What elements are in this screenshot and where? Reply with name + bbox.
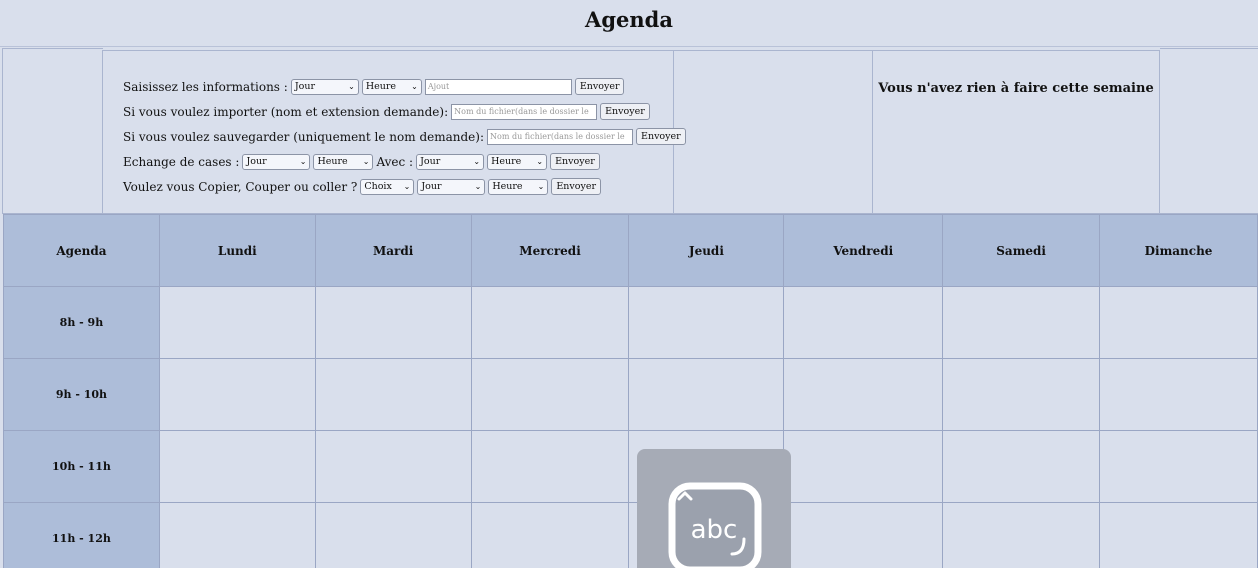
save-row: Si vous voulez sauvegarder (uniquement l… — [123, 124, 689, 149]
table-row: 8h - 9h — [3, 286, 1258, 359]
agenda-cell[interactable] — [628, 286, 785, 359]
agenda-cell[interactable] — [314, 502, 472, 568]
chevron-down-icon: ⌄ — [348, 82, 355, 91]
agenda-cell[interactable] — [783, 502, 944, 568]
agenda-cell[interactable] — [783, 358, 944, 431]
agenda-cell[interactable] — [1099, 358, 1258, 431]
import-send-button[interactable]: Envoyer — [600, 103, 650, 120]
chevron-down-icon: ⌄ — [473, 157, 481, 166]
chevron-down-icon: ⌄ — [362, 157, 370, 166]
swap-day-select[interactable]: Jour ⌄ — [242, 153, 311, 170]
add-input[interactable]: Ajout — [424, 78, 572, 95]
agenda-cell[interactable] — [942, 502, 1101, 568]
agenda-cell[interactable] — [783, 286, 944, 359]
swap-with-day-select[interactable]: Jour ⌄ — [416, 153, 485, 170]
page-title: Agenda — [585, 7, 673, 32]
keyboard-abc-icon: abc — [668, 482, 762, 568]
save-label: Si vous voulez sauvegarder (uniquement l… — [123, 129, 485, 144]
day-header-thursday: Jeudi — [628, 214, 785, 287]
swap-label: Echange de cases : — [123, 154, 240, 169]
agenda-cell[interactable] — [470, 358, 630, 431]
day-header-sunday: Dimanche — [1099, 214, 1258, 287]
empty-week-message: Vous n'avez rien à faire cette semaine — [878, 81, 1154, 96]
spacer-cell-middle — [674, 50, 873, 214]
swap-hour-select[interactable]: Heure ⌄ — [313, 153, 374, 170]
table-row: 11h - 12h — [3, 502, 1258, 568]
swap-row: Echange de cases : Jour ⌄ Heure ⌄ Avec : J… — [123, 149, 689, 174]
hour-label: 10h - 11h — [3, 430, 160, 503]
agenda-cell[interactable] — [1099, 502, 1258, 568]
chevron-down-icon: ⌄ — [537, 182, 545, 191]
agenda-cell[interactable] — [783, 430, 944, 503]
day-header-tuesday: Mardi — [314, 214, 472, 287]
hour-label: 8h - 9h — [3, 286, 160, 359]
copy-row: Voulez vous Copier, Couper ou coller ? C… — [123, 174, 689, 199]
chevron-down-icon: ⌄ — [299, 157, 307, 166]
form: Saisissez les informations : Jour ⌄ Heure… — [123, 74, 689, 199]
day-header-monday: Lundi — [158, 214, 316, 287]
form-panel: Saisissez les informations : Jour ⌄ Heure… — [102, 50, 686, 214]
agenda-cell[interactable] — [158, 430, 316, 503]
copy-send-button[interactable]: Envoyer — [551, 178, 601, 195]
add-hour-select[interactable]: Heure ⌄ — [361, 78, 422, 95]
table-header-row: Agenda Lundi Mardi Mercredi Jeudi Vendre… — [3, 214, 1258, 287]
copy-day-select[interactable]: Jour ⌄ — [417, 178, 486, 195]
controls-area: Saisissez les informations : Jour ⌄ Heure… — [0, 46, 1258, 214]
swap-send-button[interactable]: Envoyer — [550, 153, 600, 170]
add-day-select[interactable]: Jour ⌄ — [290, 78, 359, 95]
import-filename-input[interactable]: Nom du fichier(dans le dossier le — [451, 103, 598, 120]
agenda-cell[interactable] — [628, 358, 785, 431]
swap-with-label: Avec : — [376, 154, 414, 169]
agenda-cell[interactable] — [158, 358, 316, 431]
add-label: Saisissez les informations : — [123, 79, 288, 94]
chevron-down-icon: ⌄ — [411, 82, 418, 91]
agenda-cell[interactable] — [470, 502, 630, 568]
import-label: Si vous voulez importer (nom et extensio… — [123, 104, 449, 119]
agenda-cell[interactable] — [158, 502, 316, 568]
agenda-cell[interactable] — [470, 430, 630, 503]
copy-hour-select[interactable]: Heure ⌄ — [488, 178, 549, 195]
divider — [0, 46, 1258, 47]
agenda-cell[interactable] — [942, 286, 1101, 359]
agenda-cell[interactable] — [1099, 430, 1258, 503]
agenda-cell[interactable] — [158, 286, 316, 359]
keyboard-toggle-button[interactable]: abc — [637, 449, 791, 568]
copy-choice-select[interactable]: Choix ⌄ — [360, 178, 415, 195]
spacer-cell-left — [2, 48, 103, 214]
chevron-down-icon: ⌄ — [536, 157, 544, 166]
hour-label: 11h - 12h — [3, 502, 160, 568]
chevron-down-icon: ⌄ — [403, 182, 411, 191]
agenda-table: Agenda Lundi Mardi Mercredi Jeudi Vendre… — [3, 214, 1258, 568]
agenda-cell[interactable] — [470, 286, 630, 359]
add-send-button[interactable]: Envoyer — [574, 78, 625, 95]
agenda-cell[interactable] — [942, 358, 1101, 431]
copy-label: Voulez vous Copier, Couper ou coller ? — [123, 179, 358, 194]
day-header-wednesday: Mercredi — [470, 214, 630, 287]
spacer-cell-right — [1160, 48, 1258, 214]
agenda-cell[interactable] — [942, 430, 1101, 503]
day-header-saturday: Samedi — [942, 214, 1101, 287]
agenda-cell[interactable] — [314, 286, 472, 359]
table-corner-header: Agenda — [3, 214, 160, 287]
swap-with-hour-select[interactable]: Heure ⌄ — [487, 153, 548, 170]
hour-label: 9h - 10h — [3, 358, 160, 431]
message-panel: Vous n'avez rien à faire cette semaine — [872, 50, 1160, 214]
table-row: 9h - 10h — [3, 358, 1258, 431]
agenda-cell[interactable] — [1099, 286, 1258, 359]
add-row: Saisissez les informations : Jour ⌄ Heure… — [123, 74, 689, 99]
chevron-down-icon: ⌄ — [474, 182, 482, 191]
agenda-cell[interactable] — [314, 430, 472, 503]
table-row: 10h - 11h — [3, 430, 1258, 503]
day-header-friday: Vendredi — [783, 214, 944, 287]
import-row: Si vous voulez importer (nom et extensio… — [123, 99, 689, 124]
keyboard-icon-text: abc — [691, 515, 738, 545]
save-filename-input[interactable]: Nom du fichier(dans le dossier le — [487, 128, 634, 145]
agenda-cell[interactable] — [314, 358, 472, 431]
